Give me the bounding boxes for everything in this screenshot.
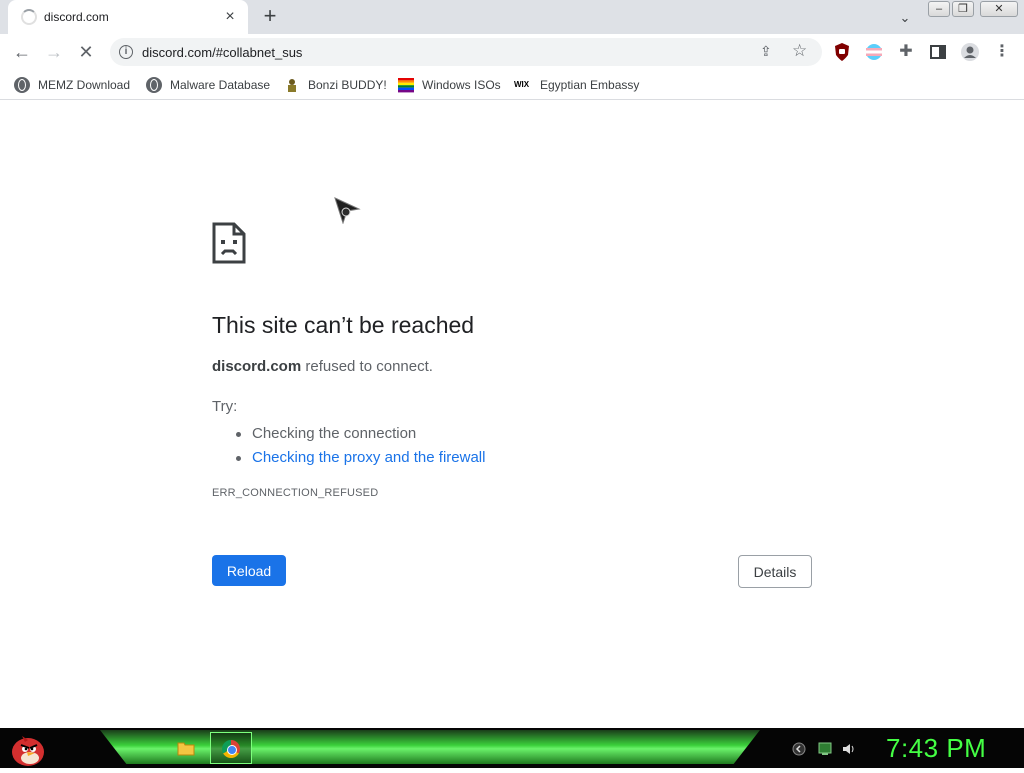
chrome-menu-icon[interactable]: ⋮ (992, 42, 1012, 62)
extensions-puzzle-icon[interactable]: ✚ (896, 42, 916, 62)
bookmark-malware-database[interactable]: Malware Database (146, 76, 270, 94)
share-icon[interactable]: ⇪ (760, 43, 772, 60)
bookmark-label: Malware Database (170, 78, 271, 92)
rainbow-flag-icon (398, 77, 414, 93)
globe-icon (146, 77, 162, 93)
sad-document-icon (212, 222, 246, 269)
new-tab-button[interactable]: + (258, 5, 282, 29)
bookmark-label: Egyptian Embassy (540, 78, 640, 92)
tab-discord[interactable]: discord.com × (8, 0, 248, 34)
file-explorer-icon[interactable] (177, 740, 195, 756)
bookmark-bonzi-buddy[interactable]: Bonzi BUDDY! (284, 76, 387, 94)
bookmark-windows-isos[interactable]: Windows ISOs (398, 76, 501, 94)
window-close-button[interactable]: ✕ (980, 1, 1018, 17)
profile-avatar-icon[interactable] (960, 42, 980, 62)
suggestion-list: Checking the connection Checking the pro… (235, 422, 485, 470)
bookmark-label: MEMZ Download (38, 78, 131, 92)
try-label: Try: (212, 398, 238, 415)
taskbar-glow-band (100, 730, 760, 764)
start-button-angry-bird-icon[interactable] (8, 730, 46, 773)
address-bar[interactable]: i discord.com/#collabnet_sus ⇪ ☆ (110, 38, 822, 66)
side-panel-icon[interactable] (928, 42, 948, 62)
tab-title: discord.com (44, 10, 109, 24)
suggestion-check-connection: Checking the connection (252, 425, 417, 442)
bookmark-memz-download[interactable]: MEMZ Download (14, 76, 130, 94)
taskbar (0, 728, 1024, 768)
suggestion-item: Checking the proxy and the firewall (235, 446, 485, 470)
ublock-extension-icon[interactable] (832, 42, 852, 62)
volume-icon[interactable] (842, 742, 856, 756)
window-minimize-button[interactable]: – (928, 1, 950, 17)
tab-search-button[interactable]: ⌄ (895, 8, 915, 28)
chrome-icon (222, 740, 240, 758)
error-description: discord.com refused to connect. (212, 358, 433, 375)
url-text[interactable]: discord.com/#collabnet_sus (142, 45, 302, 60)
trans-flag-extension-icon[interactable] (864, 42, 884, 62)
loading-spinner-icon (21, 9, 37, 25)
bookmark-label: Bonzi BUDDY! (308, 78, 387, 92)
error-title: This site can’t be reached (212, 312, 475, 338)
back-button[interactable]: ← (10, 40, 34, 64)
forward-button[interactable]: → (42, 40, 66, 64)
tab-close-button[interactable]: × (220, 7, 240, 27)
bookmark-star-icon[interactable]: ☆ (792, 41, 807, 61)
stop-loading-button[interactable]: ✕ (74, 40, 98, 64)
suggestion-proxy-firewall-link[interactable]: Checking the proxy and the firewall (252, 449, 485, 466)
site-info-icon[interactable]: i (119, 45, 133, 59)
window-maximize-button[interactable]: ❐ (952, 1, 974, 17)
error-desc-rest: refused to connect. (301, 358, 433, 375)
mouse-cursor-icon (333, 196, 361, 229)
bookmark-label: Windows ISOs (422, 78, 501, 92)
tray-expand-icon[interactable] (792, 742, 806, 756)
error-host: discord.com (212, 358, 302, 375)
bookmarks-bar: MEMZ Download Malware Database Bonzi BUD… (0, 70, 1024, 100)
wix-icon: WIX (514, 80, 530, 89)
bookmark-egyptian-embassy[interactable]: WIX Egyptian Embassy (514, 76, 639, 94)
bonzi-icon (284, 77, 300, 93)
taskbar-clock: 7:43 PM (886, 733, 987, 763)
suggestion-item: Checking the connection (235, 422, 485, 446)
details-button[interactable]: Details (738, 555, 812, 588)
taskbar-chrome-button[interactable] (210, 732, 252, 764)
reload-button[interactable]: Reload (212, 555, 286, 586)
network-monitor-icon[interactable] (818, 742, 832, 756)
tab-strip: discord.com × + ⌄ – ❐ ✕ (0, 0, 1024, 34)
browser-toolbar: ← → ✕ i discord.com/#collabnet_sus ⇪ ☆ ✚ (0, 34, 1024, 70)
error-code: ERR_CONNECTION_REFUSED (212, 487, 379, 499)
globe-icon (14, 77, 30, 93)
